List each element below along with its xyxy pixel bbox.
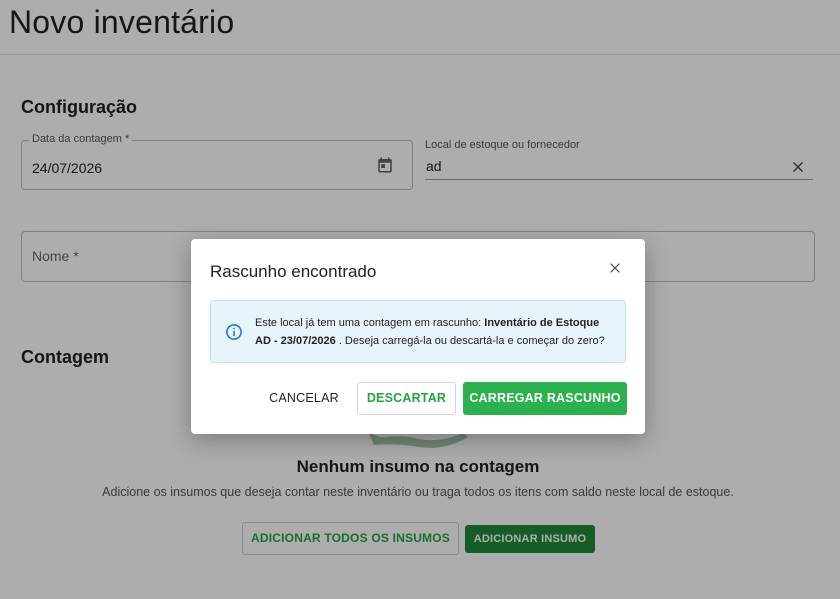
alert-suffix: . Deseja carregá-la ou descartá-la e com…	[335, 335, 605, 347]
cancel-button[interactable]: CANCELAR	[264, 382, 344, 415]
close-icon[interactable]	[608, 261, 622, 275]
info-alert: Este local já tem uma contagem em rascun…	[210, 300, 626, 363]
draft-found-dialog: Rascunho encontrado Este local já tem um…	[191, 239, 645, 434]
discard-button[interactable]: DESCARTAR	[357, 382, 456, 415]
dialog-title: Rascunho encontrado	[210, 262, 377, 281]
alert-prefix: Este local já tem uma contagem em rascun…	[255, 317, 485, 329]
alert-message: Este local já tem uma contagem em rascun…	[255, 314, 615, 350]
load-draft-button[interactable]: CARREGAR RASCUNHO	[463, 382, 627, 415]
info-icon	[226, 324, 242, 340]
